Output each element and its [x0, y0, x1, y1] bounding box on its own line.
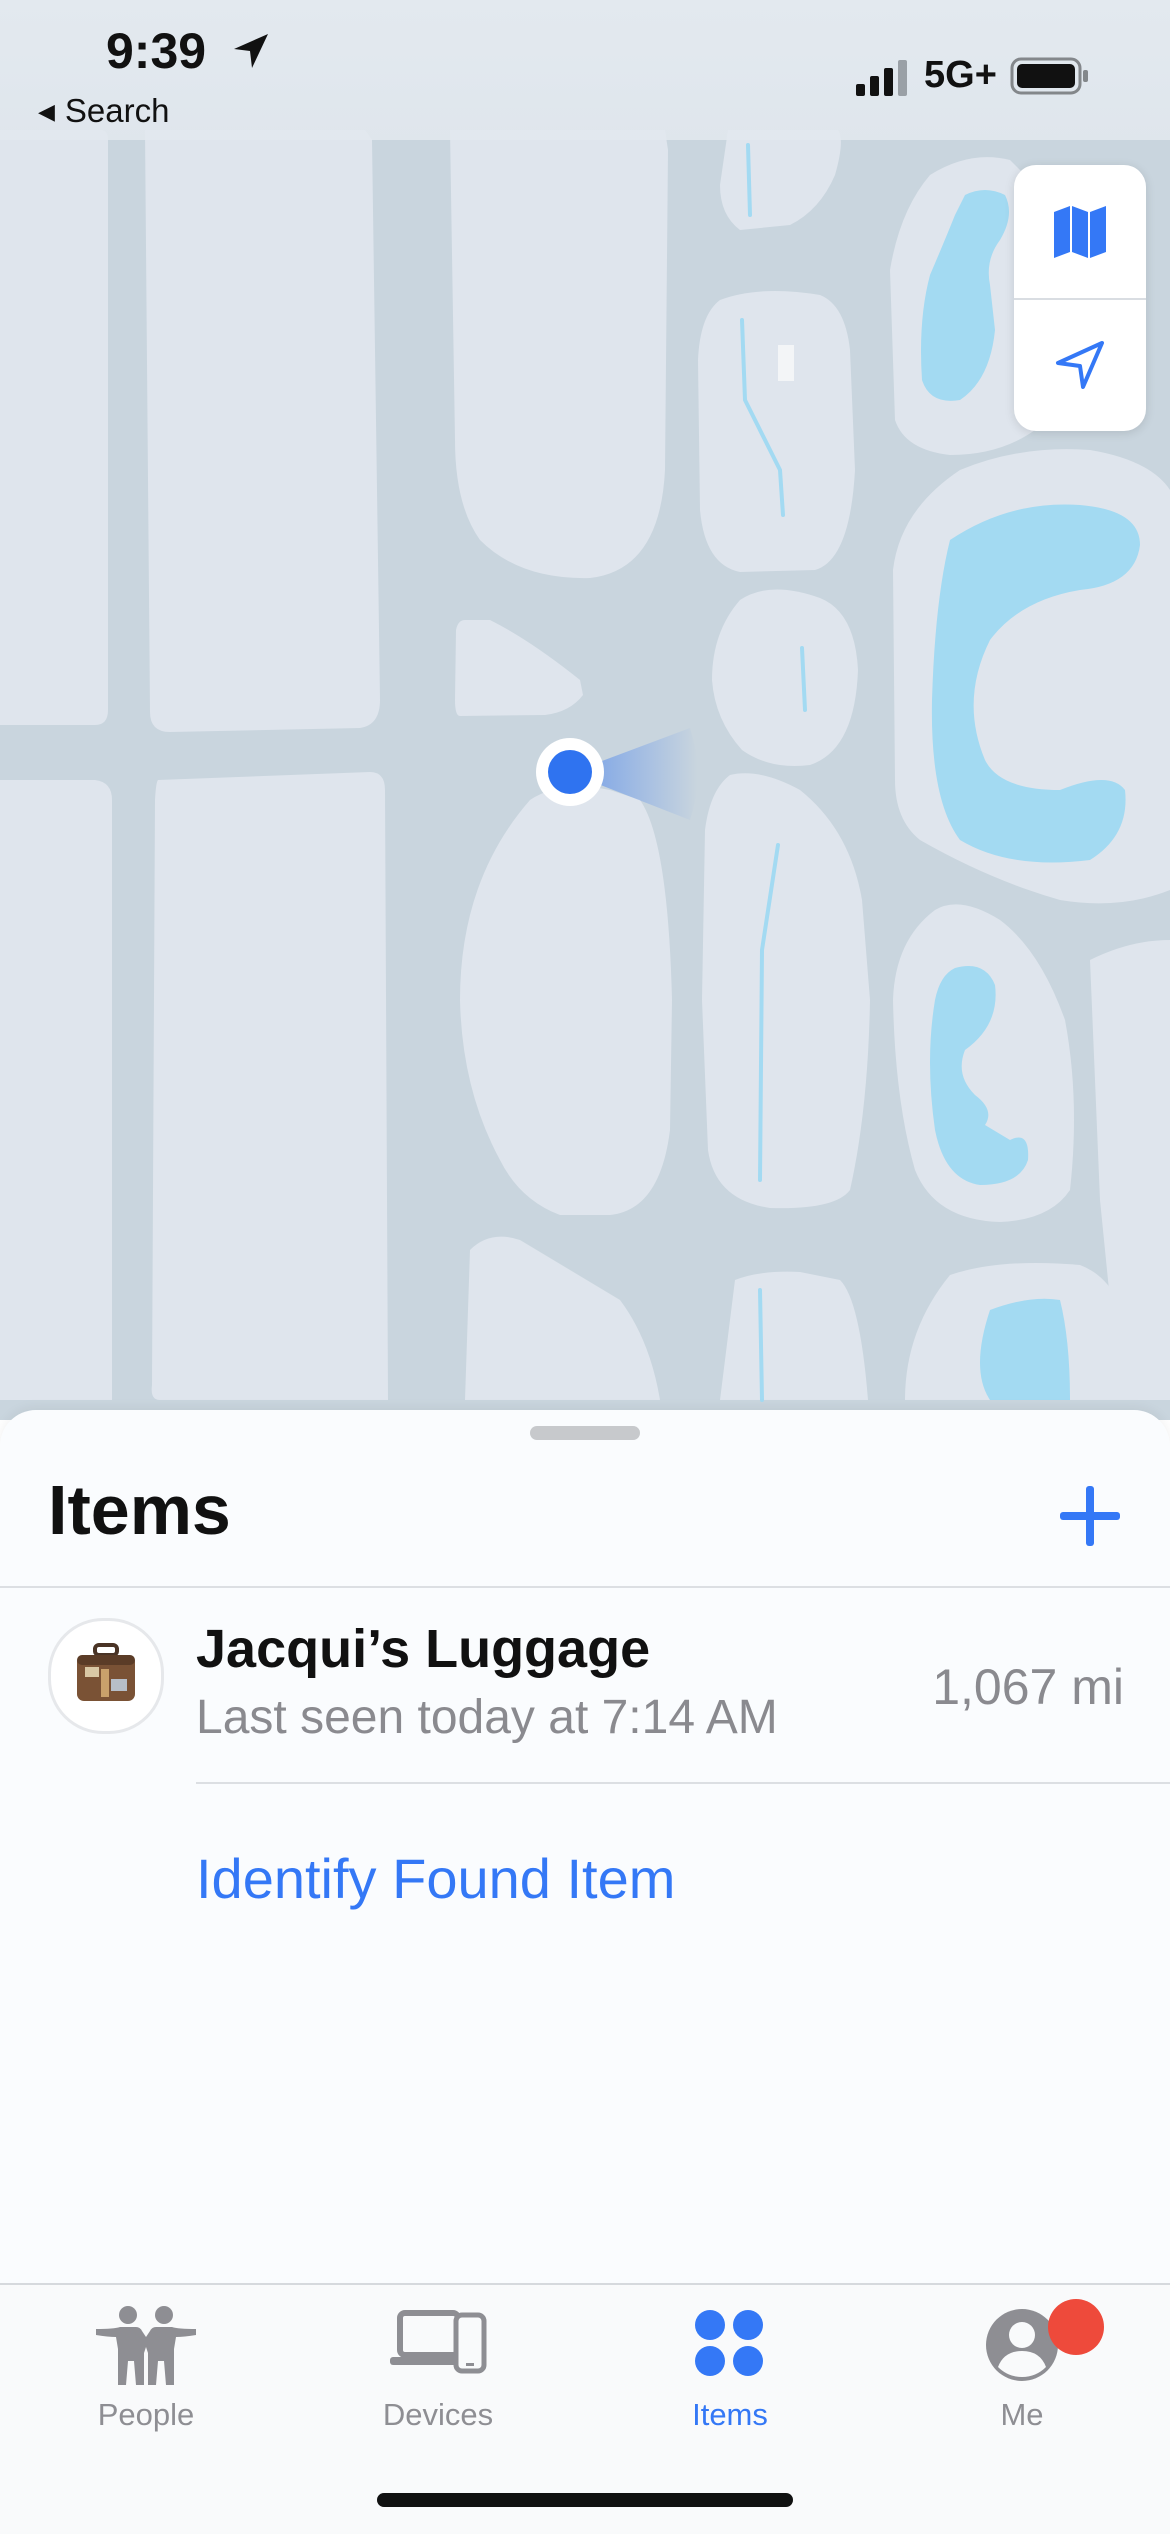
- status-time: 9:39: [106, 23, 207, 79]
- location-services-icon: [234, 34, 268, 68]
- tab-label-items: Items: [692, 2397, 768, 2432]
- tab-items[interactable]: Items: [584, 2285, 876, 2455]
- sheet-grabber[interactable]: [530, 1426, 640, 1440]
- identify-found-item-link[interactable]: Identify Found Item: [196, 1846, 675, 1911]
- divider: [196, 1782, 1170, 1784]
- add-item-button[interactable]: [1050, 1476, 1130, 1556]
- status-bar: 9:39 ◀ Search 5G+: [0, 0, 1170, 140]
- sheet-title: Items: [48, 1471, 231, 1549]
- tab-devices[interactable]: Devices: [292, 2285, 584, 2455]
- tab-label-people: People: [97, 2397, 195, 2432]
- map-style-button[interactable]: [1014, 165, 1146, 300]
- user-location-dot[interactable]: [548, 750, 592, 794]
- item-last-seen: Last seen today at 7:14 AM: [196, 1691, 778, 1744]
- item-distance: 1,067 mi: [932, 1659, 1124, 1715]
- map-view[interactable]: 9:39 ◀ Search 5G+: [0, 0, 1170, 1420]
- people-icon: [96, 2306, 196, 2385]
- tab-label-me: Me: [1000, 2397, 1044, 2432]
- item-name: Jacqui’s Luggage: [196, 1619, 651, 1679]
- location-arrow-icon: [1056, 340, 1104, 389]
- back-triangle-icon: ◀: [38, 99, 55, 124]
- cellular-signal-icon: [856, 60, 907, 96]
- plus-icon: [1060, 1486, 1120, 1546]
- items-icon: [695, 2310, 763, 2376]
- devices-icon: [390, 2310, 487, 2374]
- tab-label-devices: Devices: [382, 2397, 494, 2432]
- track-location-button[interactable]: [1014, 298, 1146, 431]
- map-style-icon: [1054, 205, 1106, 258]
- luggage-icon: [77, 1643, 135, 1701]
- back-to-search-link[interactable]: ◀ Search: [38, 92, 169, 130]
- item-avatar: [48, 1618, 164, 1734]
- list-item[interactable]: Jacqui’s Luggage Last seen today at 7:14…: [0, 1588, 1170, 1790]
- notification-badge: [1048, 2299, 1104, 2355]
- items-sheet: Items Jacqui’s Luggage Last seen today a…: [0, 1410, 1170, 2285]
- map-controls: [1014, 165, 1146, 431]
- battery-icon: [1010, 57, 1088, 95]
- map-canvas: [0, 0, 1170, 1420]
- tab-people[interactable]: People: [0, 2285, 292, 2455]
- tab-me[interactable]: Me: [876, 2285, 1168, 2455]
- back-label: Search: [64, 92, 170, 129]
- network-type: 5G+: [924, 54, 997, 96]
- home-indicator[interactable]: [377, 2493, 793, 2507]
